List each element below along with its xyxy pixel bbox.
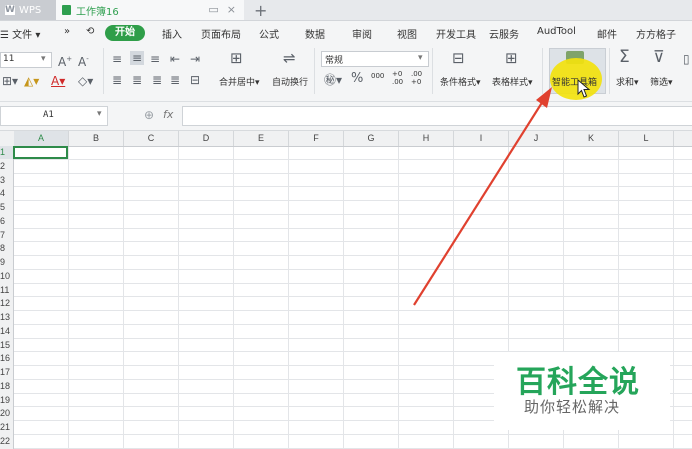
watermark-logo: 百科全说 <box>516 365 640 400</box>
watermark-slogan: 助你轻松解决 <box>524 398 621 416</box>
